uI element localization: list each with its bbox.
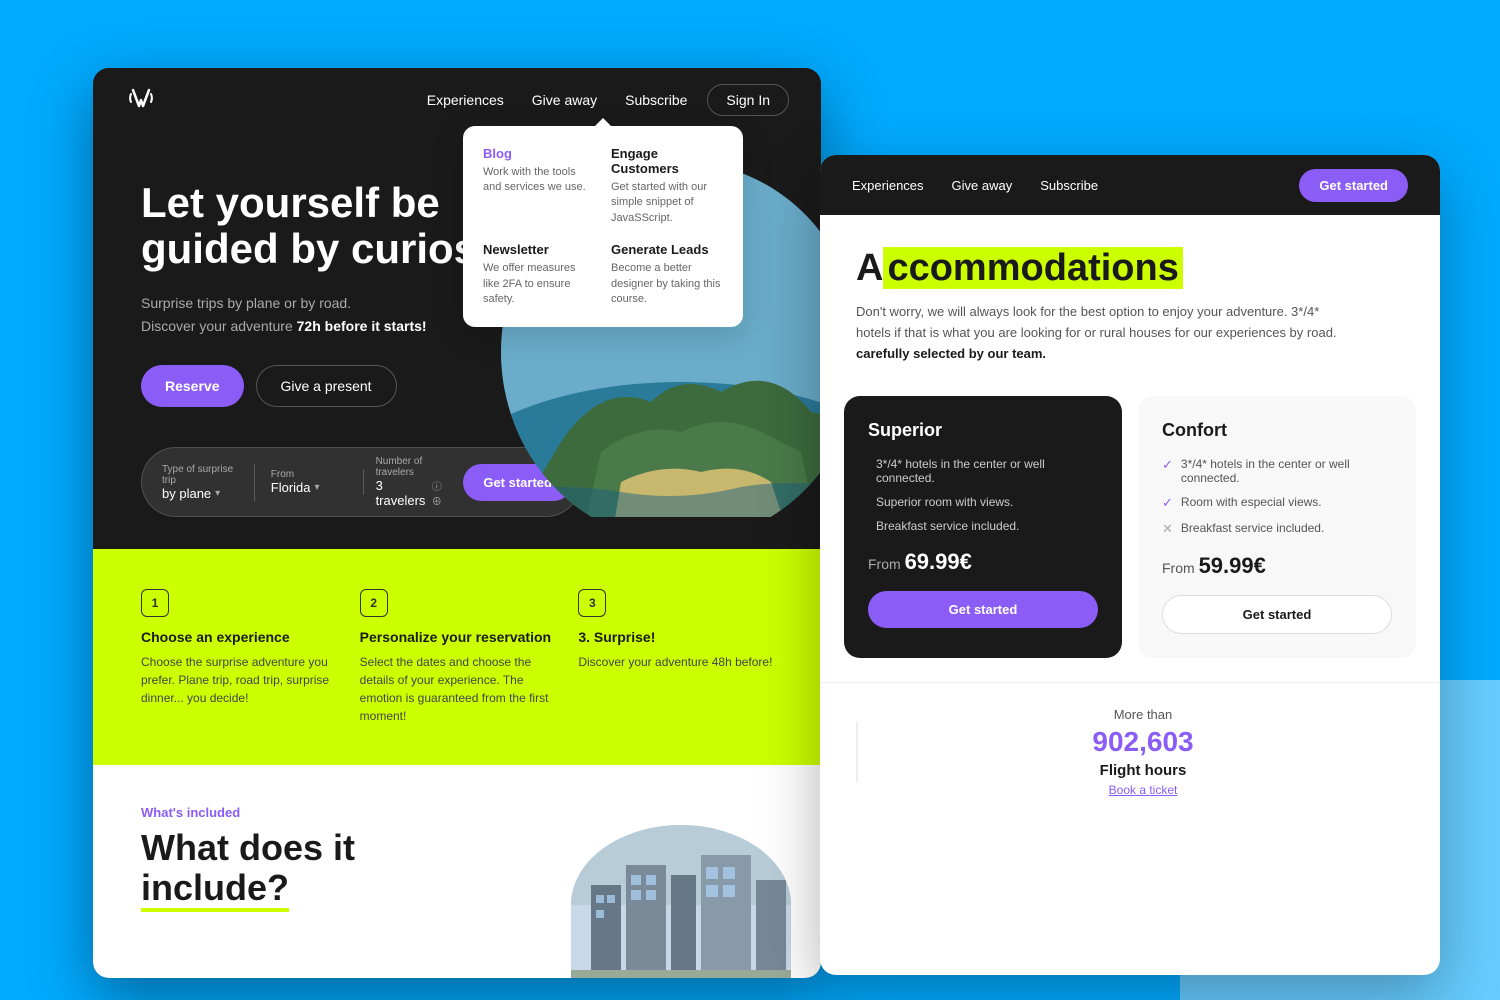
stats-section: More than 902,603 Flight hours Book a ti… — [820, 682, 1440, 821]
trip-type-field[interactable]: Type of surprise trip by plane ▾ — [162, 464, 255, 501]
stats-sublabel: Flight hours — [882, 762, 1404, 779]
from-chevron: ▾ — [315, 482, 320, 493]
dropdown-engage-desc: Get started with our simple snippet of J… — [611, 180, 723, 226]
superior-price: From 69.99€ — [868, 549, 1098, 575]
stats-label: More than — [882, 707, 1404, 722]
from-field[interactable]: From Florida ▾ — [255, 469, 364, 495]
accommodations-header: Accommodations Don't worry, we will alwa… — [820, 215, 1440, 388]
travelers-label: Number of travelers — [376, 456, 452, 478]
step-2-title: Personalize your reservation — [360, 629, 555, 645]
stats-content: More than 902,603 Flight hours Book a ti… — [882, 707, 1404, 797]
accom-title-prefix: A — [856, 247, 883, 289]
superior-feature-2: Superior room with views. — [868, 495, 1098, 509]
navbar-left: Experiences Give away Subscribe Sign In — [93, 68, 821, 132]
trip-type-chevron: ▾ — [215, 488, 220, 499]
confort-feature-2: ✓ Room with especial views. — [1162, 495, 1392, 511]
confort-check-1: ✓ — [1162, 457, 1173, 473]
confort-feature-3: ✕ Breakfast service included. — [1162, 521, 1392, 537]
search-bar: Type of surprise trip by plane ▾ From Fl… — [141, 447, 581, 517]
superior-title: Superior — [868, 420, 1098, 441]
accommodations-title: Accommodations — [856, 247, 1404, 290]
whats-included-label: What's included — [141, 805, 773, 820]
travelers-field[interactable]: Number of travelers 3 travelers ⓘ ⊕ — [364, 456, 464, 508]
step-1-title: Choose an experience — [141, 629, 336, 645]
dropdown-item-leads[interactable]: Generate Leads Become a better designer … — [611, 242, 723, 307]
step-1: 1 Choose an experience Choose the surpri… — [141, 589, 336, 725]
navbar-right: Experiences Give away Subscribe Get star… — [820, 155, 1440, 215]
card-superior: Superior 3*/4* hotels in the center or w… — [844, 396, 1122, 658]
dropdown-newsletter-title: Newsletter — [483, 242, 595, 257]
confort-feature-1: ✓ 3*/4* hotels in the center or well con… — [1162, 457, 1392, 485]
dropdown-newsletter-desc: We offer measures like 2FA to ensure saf… — [483, 261, 595, 307]
accom-desc: Don't worry, we will always look for the… — [856, 302, 1356, 364]
step-1-number: 1 — [141, 589, 169, 617]
step-3-number: 3 — [578, 589, 606, 617]
trip-type-value: by plane ▾ — [162, 486, 238, 501]
white-section: What's included What does it include? — [93, 765, 821, 978]
pricing-row: Superior 3*/4* hotels in the center or w… — [820, 396, 1440, 682]
confort-price: From 59.99€ — [1162, 553, 1392, 579]
logo — [125, 82, 157, 119]
dropdown-item-newsletter[interactable]: Newsletter We offer measures like 2FA to… — [483, 242, 595, 307]
dropdown-item-blog[interactable]: Blog Work with the tools and services we… — [483, 146, 595, 226]
signin-button[interactable]: Sign In — [707, 84, 789, 116]
travelers-value: 3 travelers ⓘ ⊕ — [376, 478, 452, 508]
nav-right-experiences[interactable]: Experiences — [852, 178, 924, 193]
from-label: From — [271, 469, 347, 480]
nav-right-subscribe[interactable]: Subscribe — [1040, 178, 1098, 193]
dropdown-blog-desc: Work with the tools and services we use. — [483, 165, 595, 196]
reserve-button[interactable]: Reserve — [141, 365, 244, 407]
trip-type-label: Type of surprise trip — [162, 464, 238, 486]
dropdown-leads-title: Generate Leads — [611, 242, 723, 257]
step-2: 2 Personalize your reservation Select th… — [360, 589, 555, 725]
nav-links: Experiences Give away Subscribe — [427, 92, 688, 108]
nav-give-away[interactable]: Give away — [532, 92, 597, 108]
card-confort: Confort ✓ 3*/4* hotels in the center or … — [1138, 396, 1416, 658]
window-left: Experiences Give away Subscribe Sign In … — [93, 68, 821, 978]
confort-x-3: ✕ — [1162, 521, 1173, 537]
steps-grid: 1 Choose an experience Choose the surpri… — [141, 589, 773, 725]
dropdown-popup: Blog Work with the tools and services we… — [463, 126, 743, 327]
stats-divider — [856, 722, 858, 782]
dropdown-blog-title: Blog — [483, 146, 595, 161]
confort-title: Confort — [1162, 420, 1392, 441]
dropdown-item-engage[interactable]: Engage Customers Get started with our si… — [611, 146, 723, 226]
nav-experiences[interactable]: Experiences — [427, 92, 504, 108]
dropdown-leads-desc: Become a better designer by taking this … — [611, 261, 723, 307]
nav-right-give-away[interactable]: Give away — [952, 178, 1013, 193]
give-present-button[interactable]: Give a present — [256, 365, 397, 407]
step-3: 3 3. Surprise! Discover your adventure 4… — [578, 589, 773, 725]
from-value: Florida ▾ — [271, 480, 347, 495]
get-started-right-button[interactable]: Get started — [1299, 169, 1408, 202]
travelers-icons: ⓘ ⊕ — [432, 478, 452, 508]
nav-subscribe[interactable]: Subscribe — [625, 92, 687, 108]
step-1-desc: Choose the surprise adventure you prefer… — [141, 653, 336, 707]
accom-title-highlight: ccommodations — [883, 247, 1182, 289]
city-image — [571, 825, 791, 978]
step-3-desc: Discover your adventure 48h before! — [578, 653, 773, 671]
step-2-desc: Select the dates and choose the details … — [360, 653, 555, 725]
confort-cta-button[interactable]: Get started — [1162, 595, 1392, 634]
stats-number: 902,603 — [882, 726, 1404, 758]
superior-cta-button[interactable]: Get started — [868, 591, 1098, 628]
superior-feature-3: Breakfast service included. — [868, 519, 1098, 533]
stats-link[interactable]: Book a ticket — [882, 783, 1404, 797]
dropdown-engage-title: Engage Customers — [611, 146, 723, 176]
superior-feature-1: 3*/4* hotels in the center or well conne… — [868, 457, 1098, 485]
confort-check-2: ✓ — [1162, 495, 1173, 511]
window-right: Experiences Give away Subscribe Get star… — [820, 155, 1440, 975]
step-3-title: 3. Surprise! — [578, 629, 773, 645]
step-2-number: 2 — [360, 589, 388, 617]
green-section: 1 Choose an experience Choose the surpri… — [93, 549, 821, 765]
